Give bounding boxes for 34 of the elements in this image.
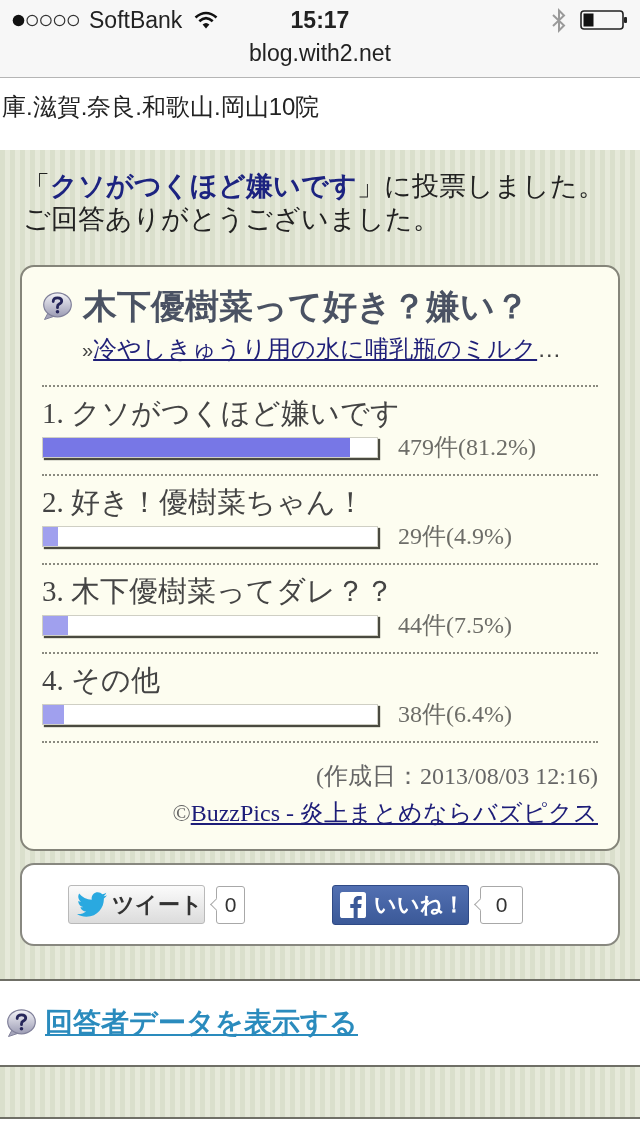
wifi-icon — [194, 11, 219, 29]
f-logo-icon — [340, 891, 366, 918]
share-count: 0 — [473, 885, 523, 924]
vote-result: 29件(4.9%) — [398, 523, 512, 549]
copyright-mark: © — [172, 799, 191, 828]
question-bubble-icon — [6, 1009, 36, 1037]
vote-result: 38件(6.4%) — [398, 701, 512, 727]
bird-icon — [77, 892, 107, 917]
ellipsis-mark: … — [537, 334, 562, 364]
vote-message-line: 「クソがつくほど嫌いです」に投票しました。 — [22, 170, 605, 203]
poll-title: 木下優樹菜って好き？嫌い？ — [83, 286, 529, 326]
carrier-name: SoftBank — [89, 7, 183, 33]
like-button[interactable]: いいね！ — [332, 884, 469, 925]
related-article-link[interactable]: 冷やしきゅうり用の水に哺乳瓶のミルク — [93, 334, 538, 364]
vote-result: 44件(7.5%) — [398, 612, 512, 638]
created-date: (作成日：2013/08/03 12:16) — [316, 763, 598, 789]
tweet-button[interactable]: ツイート — [68, 885, 205, 924]
signal-strength-icon — [12, 13, 80, 27]
poll-option-label: 3. 木下優樹菜ってダレ？？ — [42, 575, 394, 607]
poll-option-label: 2. 好き！優樹菜ちゃん！ — [42, 486, 365, 518]
vote-result: 479件(81.2%) — [398, 434, 536, 460]
bluetooth-icon — [551, 7, 567, 33]
credit-link[interactable]: BuzzPics - 炎上まとめならバズピクス — [190, 798, 598, 828]
address-bar-url[interactable]: blog.with2.net — [249, 40, 391, 66]
article-text: 庫.滋賀.奈良.和歌山.岡山10院 — [2, 93, 320, 120]
poll-option-label: 4. その他 — [42, 664, 160, 696]
battery-icon — [580, 10, 628, 30]
clock-time: 15:17 — [290, 7, 350, 33]
vote-message-line: ご回答ありがとうございました。 — [22, 203, 440, 236]
double-arrow-mark: » — [82, 338, 94, 363]
share-count: 0 — [209, 885, 245, 924]
respondent-data-link[interactable]: 回答者データを表示する — [45, 1006, 358, 1040]
question-bubble-icon — [42, 292, 72, 320]
poll-option-label: 1. クソがつくほど嫌いです — [42, 397, 400, 429]
